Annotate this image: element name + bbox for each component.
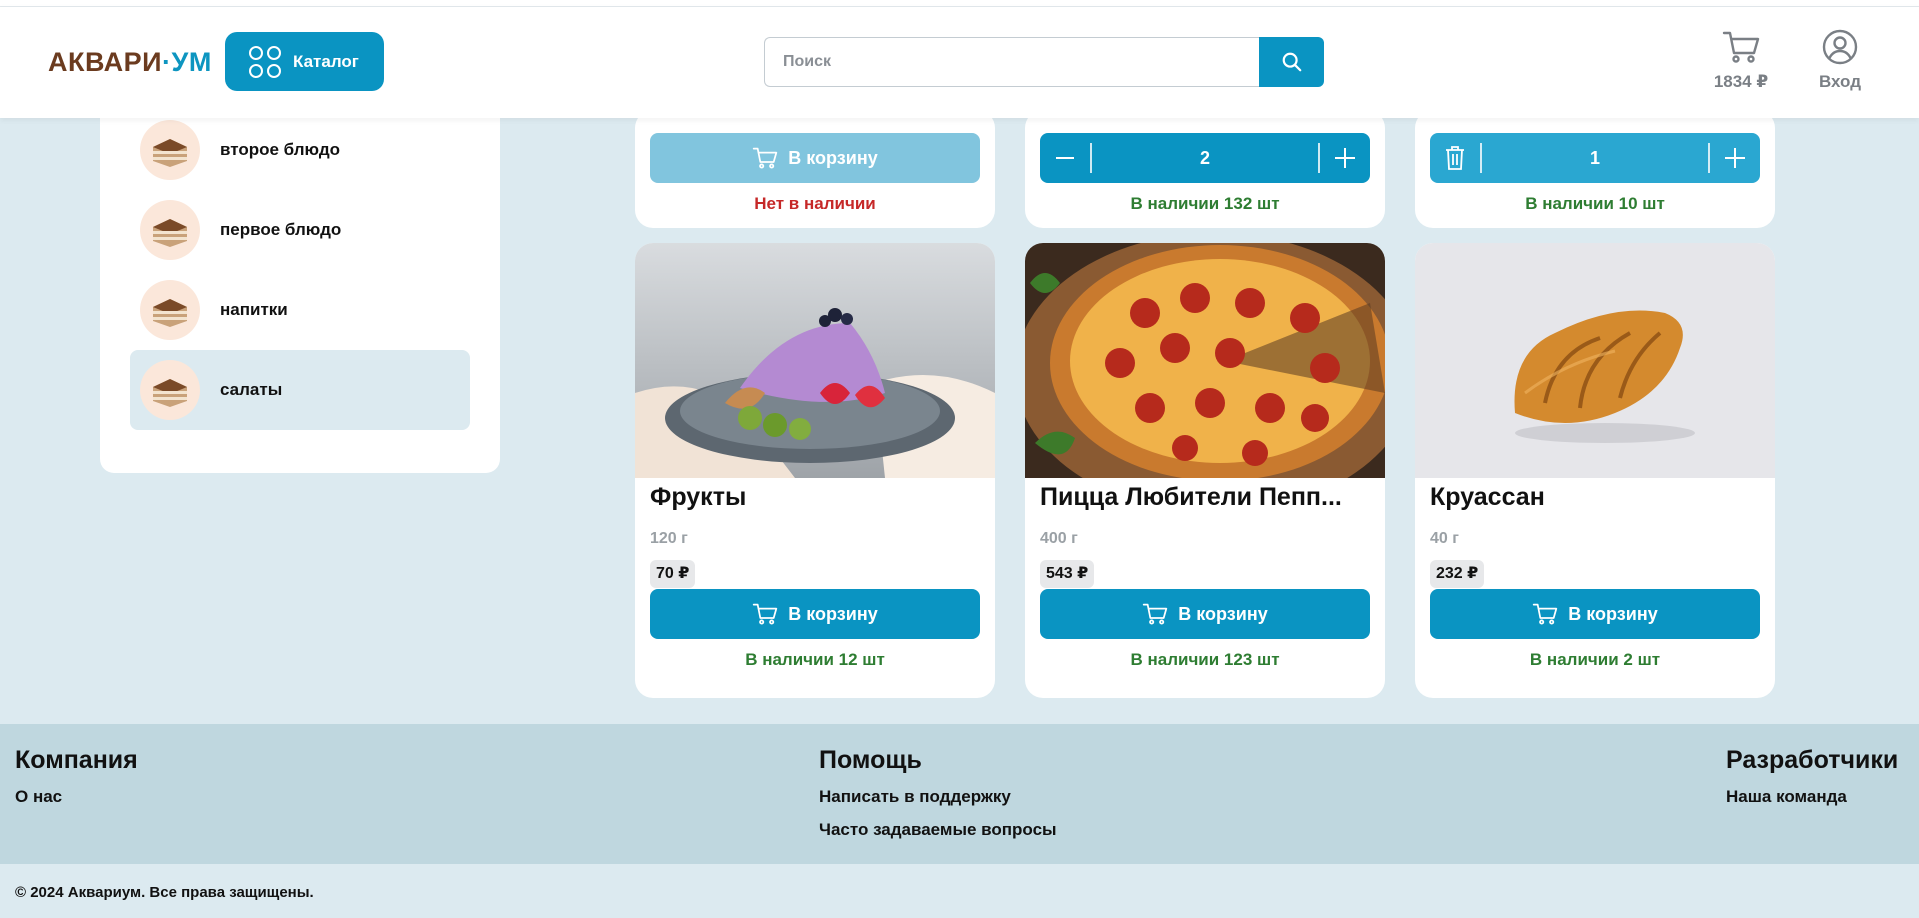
product-price: 232 ₽ <box>1430 560 1485 588</box>
decrement-button[interactable] <box>1040 133 1090 183</box>
catalog-button[interactable]: Каталог <box>225 32 384 91</box>
search-input[interactable] <box>764 37 1260 87</box>
add-to-cart-label: В корзину <box>1178 603 1268 624</box>
category-sidebar: второе блюдо первое блюдо напитки салаты <box>100 110 500 473</box>
search-icon <box>1282 52 1301 72</box>
cart-button[interactable]: 1834 ₽ <box>1705 29 1777 92</box>
footer-link-support[interactable]: Написать в поддержку <box>819 787 1057 807</box>
add-to-cart-label: В корзину <box>788 147 878 168</box>
tiramisu-thumb-icon <box>140 280 200 340</box>
cart-icon <box>1143 603 1168 625</box>
sidebar-item-label: салаты <box>220 380 283 399</box>
product-card: 1 В наличии 10 шт <box>1415 110 1775 228</box>
cart-total: 1834 ₽ <box>1713 72 1769 91</box>
footer-heading: Разработчики <box>1726 746 1899 774</box>
sidebar-item-label: первое блюдо <box>220 220 342 239</box>
sidebar-item-salads[interactable]: салаты <box>130 350 470 430</box>
stock-status: В наличии 10 шт <box>1525 194 1665 213</box>
sidebar-item-label: второе блюдо <box>220 140 341 159</box>
add-to-cart-button[interactable]: В корзину <box>650 589 980 639</box>
grid-icon <box>249 45 281 78</box>
product-card: В корзину Нет в наличии <box>635 110 995 228</box>
stock-status: В наличии 123 шт <box>1130 650 1280 669</box>
stock-status: В наличии 2 шт <box>1529 650 1661 669</box>
sidebar-item-drinks[interactable]: напитки <box>130 270 470 350</box>
croissant-image[interactable] <box>1415 243 1775 478</box>
product-price: 70 ₽ <box>650 560 696 588</box>
login-label: Вход <box>1818 72 1862 91</box>
add-to-cart-button[interactable]: В корзину <box>650 133 980 183</box>
product-card: 2 В наличии 132 шт <box>1025 110 1385 228</box>
footer-heading: Помощь <box>819 746 922 774</box>
logo-dot: · <box>162 47 172 77</box>
top-strip <box>0 0 1919 7</box>
increment-button[interactable] <box>1320 133 1370 183</box>
product-title[interactable]: Круассан <box>1430 483 1760 512</box>
increment-button[interactable] <box>1710 133 1760 183</box>
pepperoni-pizza-image[interactable] <box>1025 243 1385 478</box>
cart-icon <box>753 147 778 169</box>
plus-icon <box>1725 148 1745 168</box>
site-header: АКВАРИ·УМ Каталог 1834 ₽ Вход <box>0 7 1919 118</box>
divider <box>1090 143 1092 173</box>
product-card: Фрукты 120 г 70 ₽ В корзину В наличии 12… <box>635 243 995 698</box>
cart-icon <box>753 603 778 625</box>
logo-text-brown: АКВАРИ <box>48 47 163 77</box>
cart-icon <box>1533 603 1558 625</box>
product-card: Круассан 40 г 232 ₽ В корзину В наличии … <box>1415 243 1775 698</box>
delete-button[interactable] <box>1430 133 1480 183</box>
footer-heading: Компания <box>15 746 138 774</box>
footer-link-about[interactable]: О нас <box>15 787 138 807</box>
trash-icon <box>1446 146 1464 170</box>
product-title[interactable]: Пицца Любители Пепп... <box>1040 483 1370 512</box>
copyright-text: © 2024 Аквариум. Все права защищены. <box>15 884 314 901</box>
site-logo[interactable]: АКВАРИ·УМ <box>48 47 212 78</box>
footer-column-help: Помощь Написать в поддержку Часто задава… <box>819 746 1057 853</box>
product-weight: 120 г <box>650 530 688 547</box>
logo-text-blue: УМ <box>171 47 212 77</box>
minus-icon <box>1056 157 1074 159</box>
search-button[interactable] <box>1259 37 1324 87</box>
product-card: Пицца Любители Пепп... 400 г 543 ₽ В кор… <box>1025 243 1385 698</box>
product-weight: 400 г <box>1040 530 1078 547</box>
footer-link-faq[interactable]: Часто задаваемые вопросы <box>819 820 1057 840</box>
cake-with-berries-image[interactable] <box>635 243 995 478</box>
user-icon <box>1822 29 1858 65</box>
login-button[interactable]: Вход <box>1812 29 1868 92</box>
divider <box>1480 143 1482 173</box>
tiramisu-thumb-icon <box>140 360 200 420</box>
add-to-cart-button[interactable]: В корзину <box>1430 589 1760 639</box>
stock-status: В наличии 132 шт <box>1130 194 1280 213</box>
sidebar-item-first-course[interactable]: первое блюдо <box>130 190 470 270</box>
stock-status: В наличии 12 шт <box>745 650 885 669</box>
catalog-button-label: Каталог <box>293 51 359 71</box>
stock-status: Нет в наличии <box>754 194 876 213</box>
quantity-stepper[interactable]: 2 <box>1040 133 1370 183</box>
product-title[interactable]: Фрукты <box>650 483 980 512</box>
footer-column-developers: Разработчики Наша команда <box>1726 746 1898 820</box>
add-to-cart-button[interactable]: В корзину <box>1040 589 1370 639</box>
cart-icon <box>1722 31 1760 63</box>
site-footer: Компания О нас Помощь Написать в поддерж… <box>0 724 1919 864</box>
quantity-value: 2 <box>1199 148 1210 168</box>
tiramisu-thumb-icon <box>140 120 200 180</box>
product-price: 543 ₽ <box>1040 560 1095 588</box>
plus-icon <box>1335 148 1355 168</box>
quantity-stepper[interactable]: 1 <box>1430 133 1760 183</box>
sidebar-item-label: напитки <box>220 300 288 319</box>
tiramisu-thumb-icon <box>140 200 200 260</box>
sidebar-item-second-course[interactable]: второе блюдо <box>130 110 470 190</box>
add-to-cart-label: В корзину <box>1568 603 1658 624</box>
add-to-cart-label: В корзину <box>788 603 878 624</box>
quantity-value: 1 <box>1589 148 1600 168</box>
footer-link-team[interactable]: Наша команда <box>1726 787 1898 807</box>
footer-column-company: Компания О нас <box>15 746 138 820</box>
product-weight: 40 г <box>1430 530 1459 547</box>
